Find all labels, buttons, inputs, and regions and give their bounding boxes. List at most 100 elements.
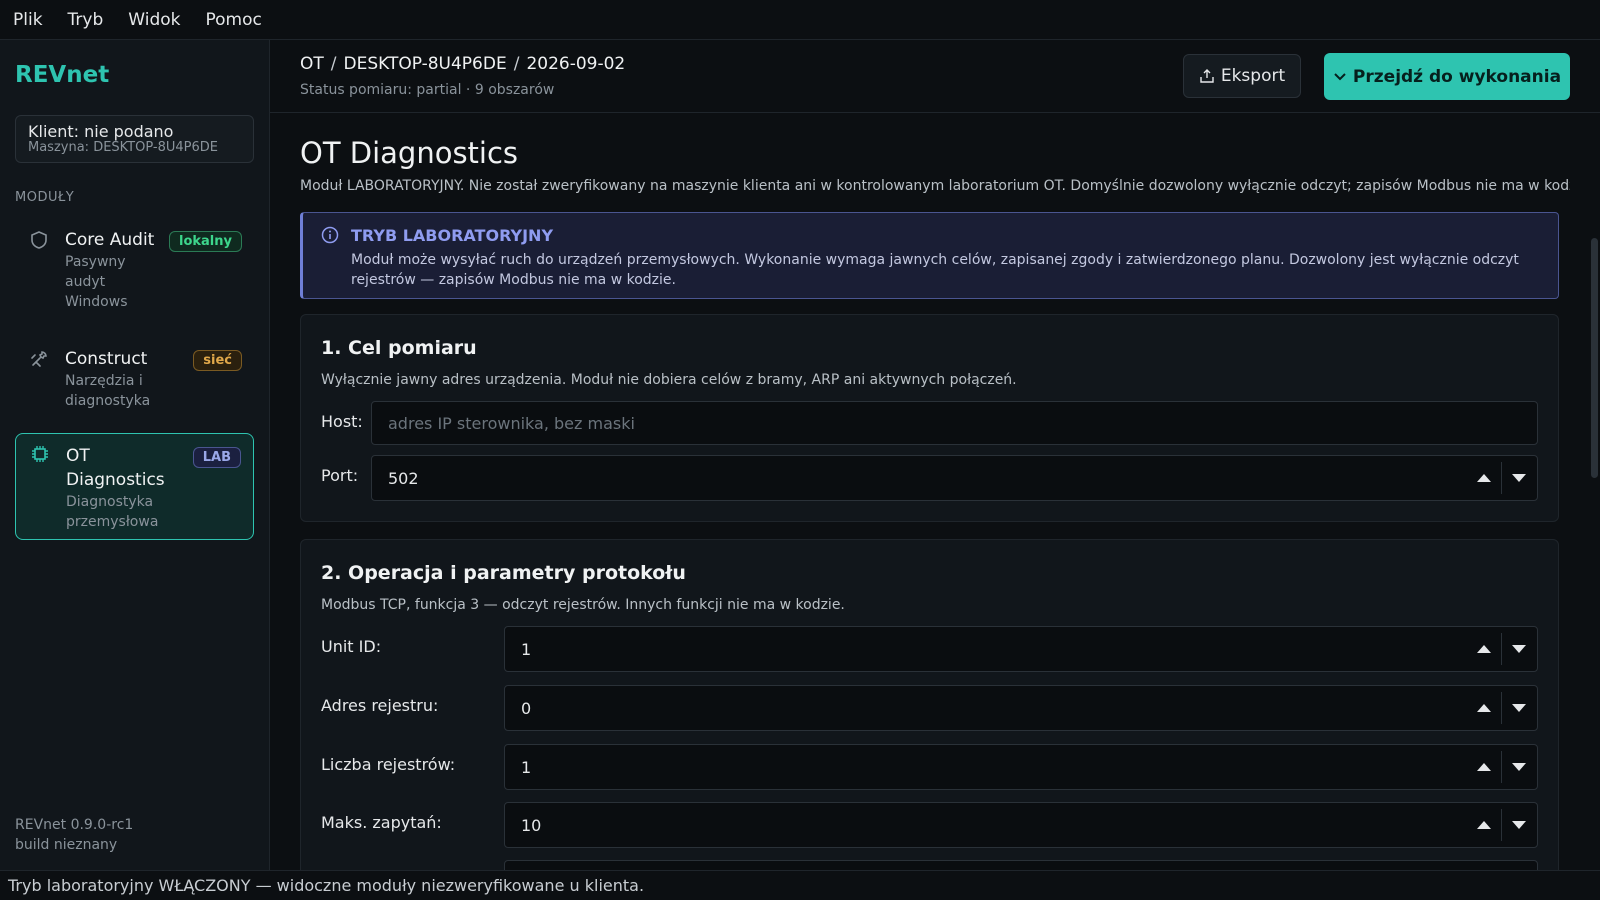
module-desc: Narzędzia i diagnostyka	[65, 373, 151, 409]
crumb-mode[interactable]: OT	[300, 54, 324, 74]
menu-file[interactable]: Plik	[13, 10, 43, 30]
target-card: 1. Cel pomiaru Wyłącznie jawny adres urz…	[300, 314, 1559, 522]
client-name: Klient: nie podano	[28, 122, 174, 141]
crumb-separator: /	[330, 54, 337, 74]
alert-title: TRYB LABORATORYJNY	[351, 226, 554, 245]
page-title: OT Diagnostics	[300, 136, 519, 170]
increment-button[interactable]	[1467, 633, 1501, 665]
crumb-separator: /	[513, 54, 520, 74]
port-value: 502	[388, 468, 419, 488]
app-brand: REVnet	[15, 62, 110, 88]
host-input[interactable]: adres IP sterownika, bez maski	[371, 401, 1538, 445]
unit-id-stepper	[1467, 633, 1535, 665]
decrement-button[interactable]	[1501, 633, 1535, 665]
decrement-button[interactable]	[1501, 462, 1535, 494]
menu-help[interactable]: Pomoc	[205, 10, 261, 30]
go-to-execution-button[interactable]: Przejdź do wykonania	[1324, 53, 1570, 100]
breadcrumb: OT / DESKTOP-8U4P6DE / 2026-09-02	[300, 54, 625, 74]
chip-icon	[32, 446, 48, 462]
export-label: Eksport	[1220, 66, 1286, 86]
client-info[interactable]: Klient: nie podano Maszyna: DESKTOP-8U4P…	[15, 115, 254, 163]
arrow-down-icon	[1511, 645, 1526, 653]
arrow-up-icon	[1477, 704, 1491, 712]
module-badge-lab: LAB	[192, 447, 241, 468]
arrow-down-icon	[1511, 704, 1526, 712]
port-input[interactable]: 502	[371, 455, 1538, 501]
page-description: Moduł LABORATORYJNY. Nie został zweryfik…	[300, 178, 1570, 194]
max-requests-value: 10	[521, 815, 542, 835]
menu-view[interactable]: Widok	[128, 10, 180, 30]
register-count-input[interactable]: 1	[504, 744, 1538, 790]
arrow-up-icon	[1477, 645, 1491, 653]
module-desc: Diagnostyka przemysłowa	[66, 494, 159, 530]
build-label: build nieznany	[15, 837, 118, 853]
sidebar-module-core-audit[interactable]: Core Audit Pasywny audyt Windows lokalny	[15, 218, 254, 318]
card-subtitle: Wyłącznie jawny adres urządzenia. Moduł …	[321, 372, 1017, 388]
decrement-button[interactable]	[1501, 751, 1535, 783]
arrow-down-icon	[1511, 763, 1526, 771]
card-title: 2. Operacja i parametry protokołu	[321, 562, 686, 584]
sidebar-module-ot-diagnostics[interactable]: OT Diagnostics Diagnostyka przemysłowa L…	[15, 433, 254, 540]
max-requests-input[interactable]: 10	[504, 802, 1538, 848]
card-subtitle: Modbus TCP, funkcja 3 — odczyt rejestrów…	[321, 597, 845, 613]
shield-icon	[31, 231, 47, 249]
host-label: Host:	[321, 412, 363, 431]
decrement-button[interactable]	[1501, 692, 1535, 724]
protocol-card: 2. Operacja i parametry protokołu Modbus…	[300, 539, 1559, 870]
increment-button[interactable]	[1467, 692, 1501, 724]
client-machine: Maszyna: DESKTOP-8U4P6DE	[28, 140, 218, 155]
increment-button[interactable]	[1467, 751, 1501, 783]
unit-id-label: Unit ID:	[321, 637, 382, 656]
go-to-execution-label: Przejdź do wykonania	[1352, 66, 1562, 87]
wrench-icon	[31, 351, 47, 367]
module-badge-net: sieć	[193, 350, 242, 371]
status-bar: Tryb laboratoryjny WŁĄCZONY — widoczne m…	[0, 870, 1600, 900]
decrement-button[interactable]	[1501, 809, 1535, 841]
unit-id-value: 1	[521, 639, 532, 659]
chevron-down-icon	[1334, 72, 1346, 80]
export-icon	[1200, 69, 1214, 83]
port-stepper	[1467, 462, 1535, 494]
sidebar: REVnet Klient: nie podano Maszyna: DESKT…	[0, 40, 270, 870]
main-panel: OT / DESKTOP-8U4P6DE / 2026-09-02 Status pom…	[270, 40, 1600, 870]
register-address-value: 0	[521, 698, 532, 718]
register-count-stepper	[1467, 751, 1535, 783]
export-button[interactable]: Eksport	[1183, 54, 1301, 98]
arrow-up-icon	[1477, 474, 1491, 482]
sidebar-module-construct[interactable]: Construct Narzędzia i diagnostyka sieć	[15, 337, 254, 417]
lab-mode-alert: TRYB LABORATORYJNY Moduł może wysyłać ru…	[300, 212, 1559, 299]
max-requests-label: Maks. zapytań:	[321, 813, 442, 832]
scrollbar-thumb[interactable]	[1591, 238, 1598, 478]
info-icon	[321, 226, 339, 244]
register-address-label: Adres rejestru:	[321, 696, 439, 715]
unit-id-input[interactable]: 1	[504, 626, 1538, 672]
card-title: 1. Cel pomiaru	[321, 337, 477, 359]
main-header: OT / DESKTOP-8U4P6DE / 2026-09-02 Status pom…	[270, 40, 1600, 113]
menu-bar: Plik Tryb Widok Pomoc	[0, 0, 1600, 40]
arrow-up-icon	[1477, 821, 1491, 829]
crumb-machine[interactable]: DESKTOP-8U4P6DE	[344, 54, 507, 74]
max-requests-stepper	[1467, 809, 1535, 841]
next-field-input[interactable]	[504, 860, 1538, 870]
arrow-down-icon	[1511, 821, 1526, 829]
version-label: REVnet 0.9.0-rc1	[15, 817, 134, 833]
crumb-date[interactable]: 2026-09-02	[526, 54, 625, 74]
port-label: Port:	[321, 466, 359, 485]
register-address-input[interactable]: 0	[504, 685, 1538, 731]
version-info: REVnet 0.9.0-rc1 build nieznany	[15, 815, 133, 855]
register-address-stepper	[1467, 692, 1535, 724]
register-count-label: Liczba rejestrów:	[321, 755, 456, 774]
increment-button[interactable]	[1467, 462, 1501, 494]
arrow-up-icon	[1477, 763, 1491, 771]
increment-button[interactable]	[1467, 809, 1501, 841]
menu-mode[interactable]: Tryb	[68, 10, 104, 30]
register-count-value: 1	[521, 757, 532, 777]
modules-section-label: MODUŁY	[15, 190, 75, 205]
module-title: OT Diagnostics	[66, 446, 165, 490]
alert-text: Moduł może wysyłać ruch do urządzeń prze…	[351, 252, 1519, 288]
module-badge-local: lokalny	[169, 231, 242, 252]
status-bar-text: Tryb laboratoryjny WŁĄCZONY — widoczne m…	[8, 876, 645, 895]
content-scroll-area[interactable]: OT Diagnostics Moduł LABORATORYJNY. Nie …	[270, 114, 1600, 870]
host-placeholder: adres IP sterownika, bez maski	[388, 413, 635, 433]
arrow-down-icon	[1511, 474, 1526, 482]
